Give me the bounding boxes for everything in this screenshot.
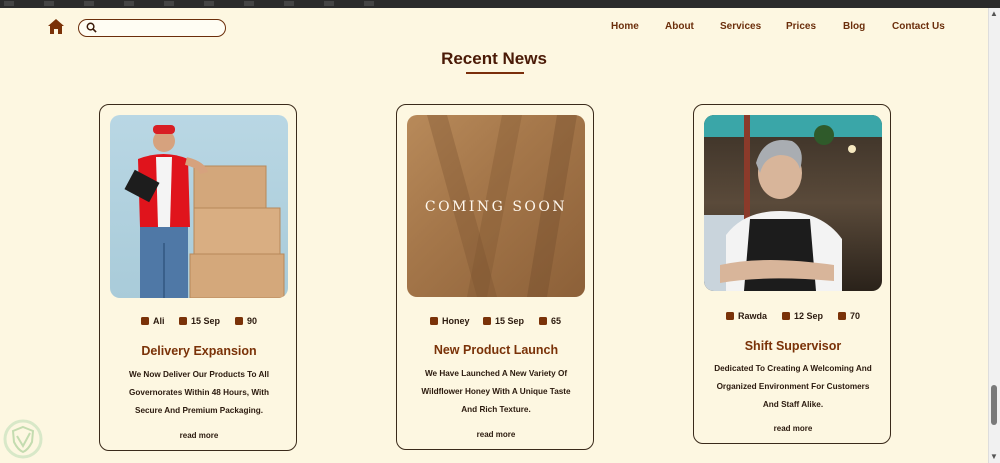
search-input[interactable] xyxy=(101,21,219,35)
read-more-link[interactable]: read more xyxy=(397,430,595,439)
facebook-icon xyxy=(141,317,149,325)
read-more-link[interactable]: read more xyxy=(694,424,892,433)
news-body: We Have Launched A New Variety Of Wildfl… xyxy=(421,369,571,414)
news-card-image xyxy=(704,115,882,291)
calendar-icon xyxy=(782,312,790,320)
post-date: 15 Sep xyxy=(191,316,221,326)
news-card-image: COMING SOON xyxy=(407,115,585,297)
news-card: COMING SOON Honey 15 Sep 65 New Product … xyxy=(396,104,594,450)
facebook-icon xyxy=(430,317,438,325)
scroll-down-arrow[interactable]: ▼ xyxy=(990,453,998,461)
post-count: 65 xyxy=(551,316,562,326)
navbar: Home About Services Prices Blog Contact … xyxy=(0,8,988,46)
calendar-icon xyxy=(483,317,491,325)
read-more-link[interactable]: read more xyxy=(100,431,298,440)
post-date: 15 Sep xyxy=(495,316,525,326)
nav-link-blog[interactable]: Blog xyxy=(843,21,865,32)
post-count: 90 xyxy=(247,316,258,326)
author-name: Honey xyxy=(442,316,470,326)
section-title: Recent News xyxy=(441,49,547,68)
facebook-icon xyxy=(726,312,734,320)
home-icon[interactable] xyxy=(48,19,64,34)
scroll-up-arrow[interactable]: ▲ xyxy=(990,10,998,18)
post-count: 70 xyxy=(850,311,861,321)
post-date: 12 Sep xyxy=(794,311,824,321)
nav-link-prices[interactable]: Prices xyxy=(786,21,816,32)
author-name: Rawda xyxy=(738,311,768,321)
nav-link-contact-us[interactable]: Contact Us xyxy=(892,21,945,32)
calendar-icon xyxy=(179,317,187,325)
browser-top-bar xyxy=(0,0,1000,8)
coming-soon-text: COMING SOON xyxy=(424,199,568,215)
twitter-icon xyxy=(838,312,846,320)
author-name: Ali xyxy=(153,316,165,326)
shield-logo-icon xyxy=(3,419,43,459)
search-icon[interactable] xyxy=(86,22,97,33)
news-title: New Product Launch xyxy=(433,343,559,357)
scrollbar-thumb[interactable] xyxy=(991,385,997,425)
news-card-image xyxy=(110,115,288,298)
nav-link-home[interactable]: Home xyxy=(611,21,639,32)
nav-link-services[interactable]: Services xyxy=(720,21,761,32)
twitter-icon xyxy=(235,317,243,325)
twitter-icon xyxy=(539,317,547,325)
title-underline xyxy=(466,72,524,74)
news-card: Ali 15 Sep 90 Delivery Expansion We Now … xyxy=(99,104,297,451)
news-title: Delivery Expansion xyxy=(141,344,257,358)
nav-link-about[interactable]: About xyxy=(665,21,694,32)
news-card: Rawda 12 Sep 70 Shift Supervisor Dedicat… xyxy=(693,104,891,444)
news-title: Shift Supervisor xyxy=(744,339,842,353)
news-body: Dedicated To Creating A Welcoming And Or… xyxy=(714,364,872,409)
search-box[interactable] xyxy=(78,19,226,37)
news-body: We Now Deliver Our Products To All Gover… xyxy=(129,370,269,415)
